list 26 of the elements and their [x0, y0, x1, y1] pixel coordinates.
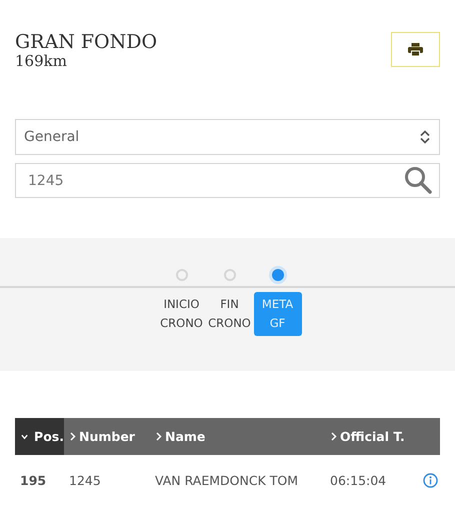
checkpoint-label[interactable]: INICIO CRONO — [158, 292, 206, 336]
table-cell-text: 06:15:04 — [329, 472, 388, 488]
info-icon[interactable] — [423, 472, 438, 488]
search-icon[interactable] — [404, 166, 432, 194]
checkpoint-label[interactable]: FIN CRONO — [206, 292, 254, 336]
table-cell-text: 195 — [19, 472, 48, 488]
checkpoint-radio[interactable] — [176, 269, 188, 281]
chevron-right-icon — [156, 432, 162, 441]
printer-icon — [408, 43, 423, 56]
search-field[interactable]: 1245 — [15, 163, 440, 198]
chevron-right-icon — [331, 432, 337, 441]
updown-chevron-icon — [420, 130, 430, 144]
checkpoint-radio[interactable] — [224, 269, 236, 281]
chevron-down-icon — [21, 434, 28, 440]
column-header[interactable]: Name — [150, 418, 325, 455]
table-cell-text: VAN RAEMDONCK TOM — [154, 472, 300, 488]
print-button[interactable] — [391, 32, 440, 67]
distance-label: 169km — [15, 53, 68, 69]
column-header[interactable]: Number — [64, 418, 150, 455]
column-header[interactable]: Pos. — [15, 418, 64, 455]
category-select[interactable]: General — [15, 119, 440, 155]
page-title: GRAN FONDO — [15, 31, 158, 53]
checkpoint-radio[interactable] — [272, 269, 284, 281]
table-cell-text: 1245 — [68, 472, 102, 488]
column-header[interactable]: Official T. — [325, 418, 417, 455]
chevron-right-icon — [70, 432, 76, 441]
